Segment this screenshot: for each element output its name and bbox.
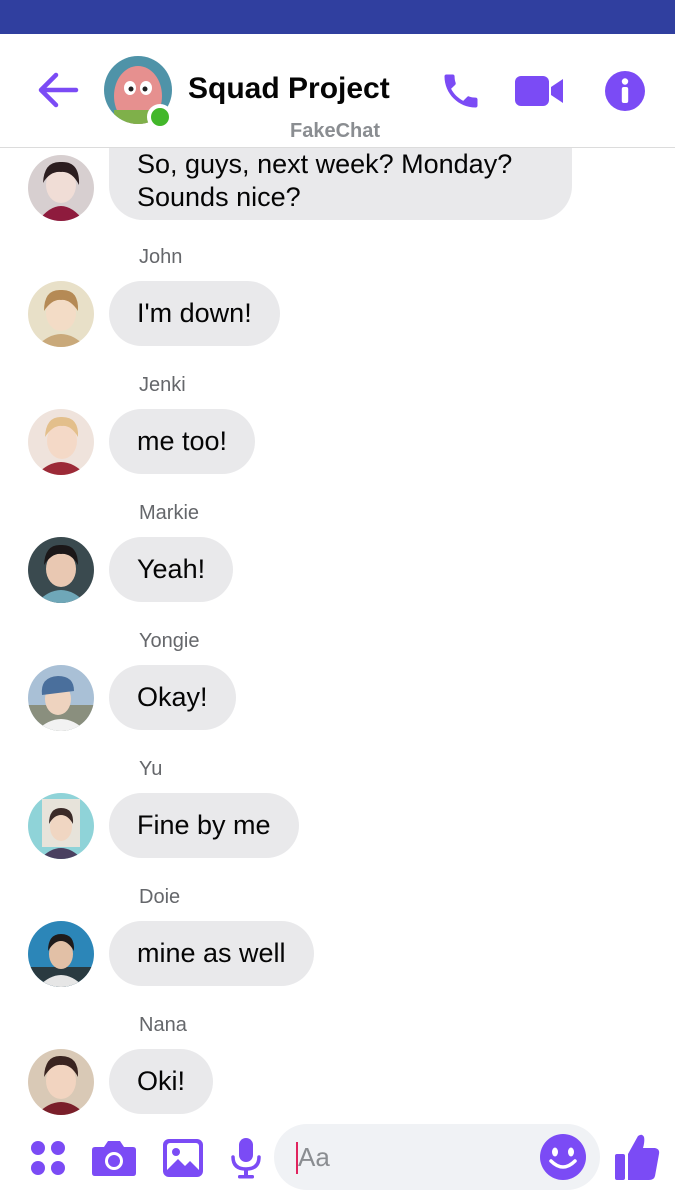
message-bubble[interactable]: Oki! bbox=[109, 1049, 214, 1114]
message-bubble[interactable]: mine as well bbox=[109, 921, 314, 986]
sender-avatar[interactable] bbox=[28, 281, 94, 347]
sender-name: Jenki bbox=[139, 374, 186, 396]
info-button[interactable] bbox=[600, 66, 650, 116]
message-bubble[interactable]: Okay! bbox=[109, 665, 236, 730]
sender-name: Markie bbox=[139, 502, 200, 524]
sender-avatar[interactable] bbox=[28, 1049, 94, 1115]
menu-dots-icon bbox=[31, 1141, 65, 1175]
chat-header: Squad Project FakeChat bbox=[0, 34, 675, 148]
sender-name: Yongie bbox=[139, 630, 200, 652]
emoji-icon bbox=[540, 1134, 586, 1180]
sender-avatar[interactable] bbox=[28, 409, 94, 475]
gallery-button[interactable] bbox=[159, 1134, 207, 1182]
sender-name: John bbox=[139, 246, 183, 268]
message-bubble[interactable]: Yeah! bbox=[109, 537, 234, 602]
emoji-button[interactable] bbox=[538, 1132, 588, 1182]
message-bubble[interactable]: Fine by me bbox=[109, 793, 299, 858]
composer-bar: Aa bbox=[0, 1118, 675, 1200]
video-camera-icon bbox=[515, 76, 563, 106]
camera-button[interactable] bbox=[90, 1134, 138, 1182]
message-list[interactable]: So, guys, next week? Monday? Sounds nice… bbox=[0, 148, 675, 1118]
message-bubble[interactable]: I'm down! bbox=[109, 281, 280, 346]
video-call-button[interactable] bbox=[514, 66, 564, 116]
sender-name: Yu bbox=[139, 758, 163, 780]
gallery-icon bbox=[163, 1139, 203, 1177]
more-actions-button[interactable] bbox=[24, 1134, 72, 1182]
chat-title[interactable]: Squad Project bbox=[188, 72, 390, 106]
sender-avatar[interactable] bbox=[28, 537, 94, 603]
fakechat-watermark: FakeChat bbox=[290, 120, 381, 142]
sender-avatar[interactable] bbox=[28, 665, 94, 731]
camera-icon bbox=[92, 1141, 136, 1176]
sender-avatar[interactable] bbox=[28, 155, 94, 221]
thumbs-up-icon bbox=[615, 1134, 660, 1180]
message-bubble[interactable]: So, guys, next week? Monday? Sounds nice… bbox=[109, 148, 572, 220]
info-icon bbox=[605, 71, 645, 111]
message-input[interactable]: Aa bbox=[274, 1124, 600, 1190]
sender-avatar[interactable] bbox=[28, 921, 94, 987]
online-status-dot bbox=[147, 104, 173, 130]
like-button[interactable] bbox=[612, 1130, 662, 1184]
back-button[interactable] bbox=[36, 70, 80, 110]
voice-message-button[interactable] bbox=[222, 1134, 270, 1182]
microphone-icon bbox=[231, 1138, 261, 1179]
sender-name: Nana bbox=[139, 1014, 187, 1036]
status-bar bbox=[0, 0, 675, 34]
sender-name: Doie bbox=[139, 886, 181, 908]
sender-avatar[interactable] bbox=[28, 793, 94, 859]
call-button[interactable] bbox=[436, 66, 486, 116]
message-bubble[interactable]: me too! bbox=[109, 409, 256, 474]
message-input-placeholder: Aa bbox=[298, 1142, 330, 1172]
back-arrow-icon bbox=[38, 72, 79, 108]
phone-icon bbox=[444, 74, 478, 108]
